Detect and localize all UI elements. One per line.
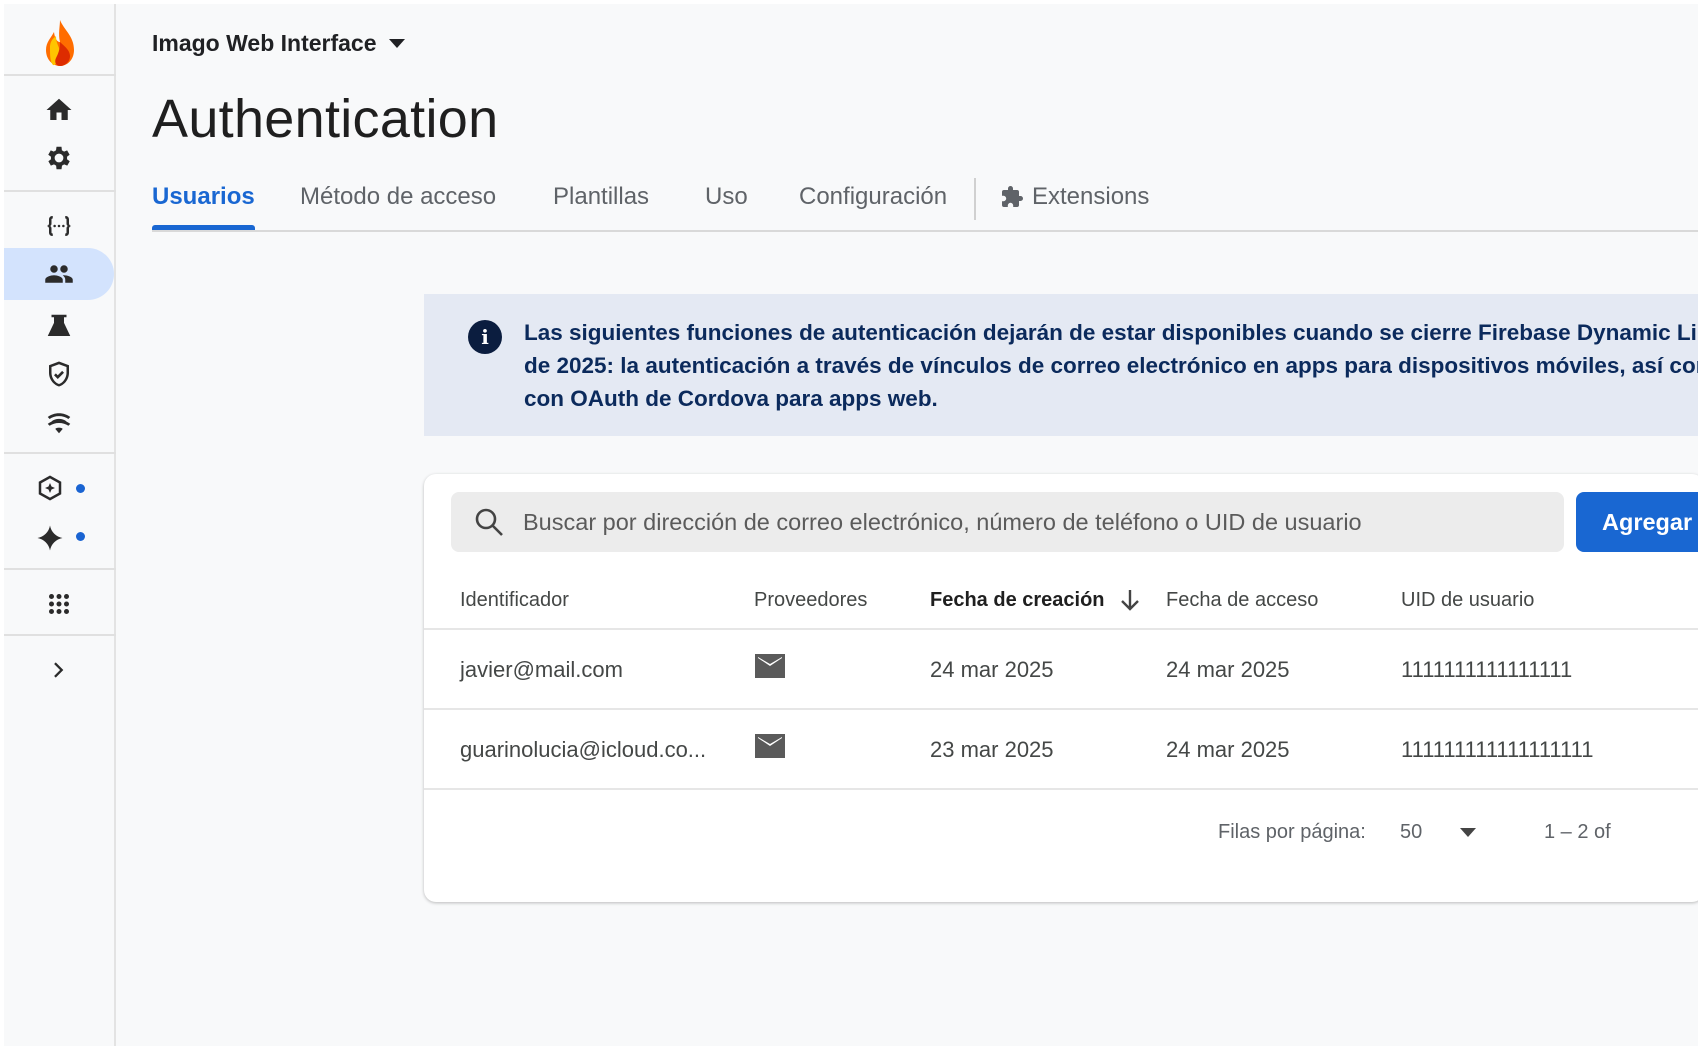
table-header: Identificador Proveedores Fecha de creac… [424, 570, 1698, 630]
search-bar [451, 492, 1564, 552]
functions-icon [46, 216, 72, 236]
shield-check-icon [49, 361, 69, 387]
project-name: Imago Web Interface [152, 30, 377, 56]
sidebar-expand-button[interactable] [4, 644, 114, 696]
notification-dot [76, 532, 85, 541]
info-icon: i [468, 320, 502, 354]
search-icon [475, 508, 503, 536]
cell-last-access: 24 mar 2025 [1166, 657, 1290, 682]
sidebar-item-app-check[interactable] [4, 348, 114, 400]
users-card: Agregar u Identificador Proveedores Fech… [424, 474, 1698, 902]
tab-usuarios[interactable]: Usuarios [152, 180, 255, 230]
sidebar-divider [4, 190, 116, 192]
cell-last-access: 24 mar 2025 [1166, 737, 1290, 762]
remote-config-icon [47, 413, 71, 434]
sidebar-item-authentication[interactable] [4, 248, 114, 300]
rows-per-page-label: Filas por página: [1218, 821, 1366, 843]
home-icon [46, 98, 72, 120]
flask-icon [47, 314, 71, 336]
table-row[interactable]: javier@mail.com 24 mar 2025 24 mar 2025 … [424, 630, 1698, 710]
sidebar-item-remote-config[interactable] [4, 396, 114, 448]
cell-identifier: guarinolucia@icloud.co... [460, 737, 707, 762]
viewport: Imago Web Interface Authentication Usuar… [4, 4, 1698, 1046]
caret-down-icon [388, 38, 405, 48]
banner-line: de 2025: la autenticación a través de ví… [524, 353, 1698, 378]
column-header-providers: Proveedores [754, 589, 868, 611]
chevron-right-icon [54, 662, 64, 678]
tab-metodo-de-acceso[interactable]: Método de acceso [300, 180, 496, 230]
sparkle-icon [37, 525, 63, 551]
sidebar-item-home[interactable] [4, 84, 114, 136]
email-icon [755, 734, 785, 758]
sidebar [4, 4, 116, 1046]
rows-per-page-value: 50 [1400, 821, 1423, 843]
sidebar-divider [4, 568, 116, 570]
caret-down-icon [1460, 828, 1476, 837]
tab-extensions[interactable]: Extensions [1000, 180, 1149, 230]
sidebar-item-settings[interactable] [4, 132, 114, 184]
column-header-created-label: Fecha de creación [930, 589, 1105, 611]
cell-uid: 1111111111111111 [1401, 657, 1573, 682]
arrow-down-icon [1120, 590, 1139, 611]
notification-dot [76, 484, 85, 493]
banner-line: Las siguientes funciones de autenticació… [524, 320, 1698, 345]
tab-configuracion[interactable]: Configuración [799, 180, 947, 230]
firebase-logo-icon[interactable] [38, 18, 82, 68]
cell-uid: 111111111111111111 [1401, 737, 1594, 762]
table-row[interactable]: guarinolucia@icloud.co... 23 mar 2025 24… [424, 710, 1698, 790]
sidebar-item-gemini[interactable] [4, 512, 114, 564]
tab-uso[interactable]: Uso [705, 180, 748, 230]
genkit-icon [38, 475, 62, 501]
column-header-uid[interactable]: UID de usuario [1401, 570, 1534, 630]
pagination-range: 1 – 2 of [1544, 821, 1611, 843]
cell-identifier: javier@mail.com [460, 657, 623, 682]
deprecation-banner: i Las siguientes funciones de autenticac… [424, 294, 1698, 436]
gear-icon [48, 146, 70, 170]
tab-extensions-label: Extensions [1032, 183, 1150, 210]
column-header-last-access[interactable]: Fecha de acceso [1166, 570, 1318, 630]
sidebar-item-all-products[interactable] [4, 578, 114, 630]
browser-frame: Imago Web Interface Authentication Usuar… [0, 0, 1698, 1046]
email-icon [755, 654, 785, 678]
sidebar-item-genkit[interactable] [4, 462, 114, 514]
banner-message: Las siguientes funciones de autenticació… [524, 316, 1698, 415]
add-user-button[interactable]: Agregar u [1576, 492, 1698, 552]
tab-divider [974, 178, 976, 220]
banner-line: con OAuth de Cordova para apps web. [524, 386, 938, 411]
cell-created: 23 mar 2025 [930, 737, 1054, 762]
sidebar-divider [4, 74, 116, 76]
puzzle-icon [1002, 186, 1023, 207]
tab-plantillas[interactable]: Plantillas [553, 180, 649, 230]
tab-bar: Usuarios Método de acceso Plantillas Uso… [152, 178, 1698, 232]
apps-grid-icon [49, 594, 69, 614]
page-title: Authentication [152, 89, 499, 149]
cell-created: 24 mar 2025 [930, 657, 1054, 682]
sidebar-item-functions[interactable] [4, 200, 114, 252]
rows-per-page-select[interactable]: 50 [1400, 812, 1490, 852]
sidebar-divider [4, 452, 116, 454]
users-icon [45, 265, 73, 283]
sidebar-divider [4, 634, 116, 636]
search-input[interactable] [523, 492, 1553, 552]
project-selector[interactable]: Imago Web Interface [152, 30, 405, 57]
column-header-created[interactable]: Fecha de creación [930, 570, 1141, 630]
sidebar-item-test-lab[interactable] [4, 300, 114, 352]
column-header-identifier[interactable]: Identificador [460, 570, 569, 630]
